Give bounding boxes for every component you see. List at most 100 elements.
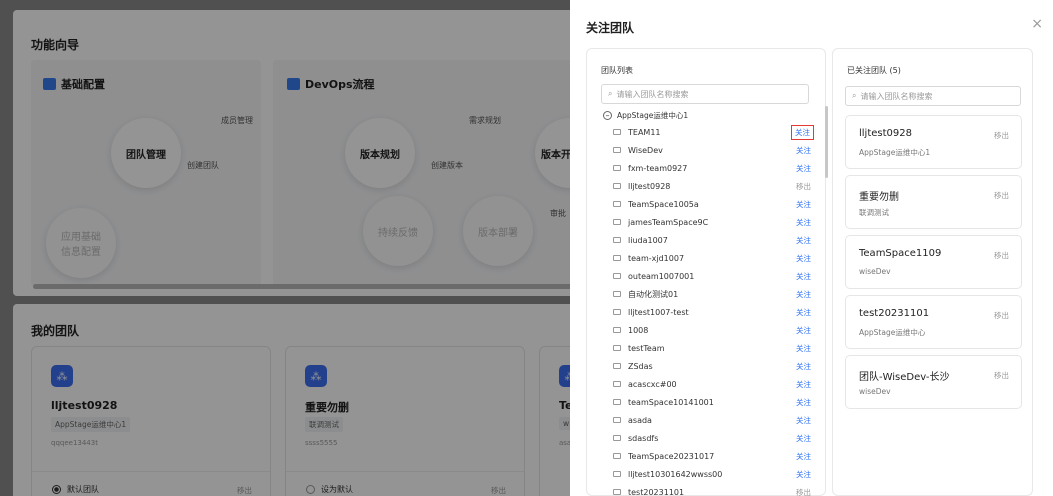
close-icon[interactable]: × xyxy=(1031,16,1043,32)
team-list-item-name: ZSdas xyxy=(628,361,653,371)
folder-icon xyxy=(613,309,621,315)
folder-icon xyxy=(613,129,621,135)
followed-title: 已关注团队 (5) xyxy=(847,66,901,75)
unfollow-link[interactable]: 移出 xyxy=(796,181,811,192)
team-list-item: lljtest1007-test 关注 xyxy=(613,303,811,321)
folder-icon xyxy=(613,273,621,279)
follow-link[interactable]: 关注 xyxy=(791,124,814,140)
follow-link[interactable]: 关注 xyxy=(796,271,811,282)
team-list-item-name: lljtest0928 xyxy=(628,181,671,191)
follow-link[interactable]: 关注 xyxy=(796,307,811,318)
team-list-item-name: lljtest1007-test xyxy=(628,307,689,317)
follow-link[interactable]: 关注 xyxy=(796,199,811,210)
team-list-search-input[interactable]: ⌕ 请输入团队名称搜索 xyxy=(601,84,809,104)
followed-team-org: 联调测试 xyxy=(859,208,889,217)
team-list-item: lljtest10301642wwss00 关注 xyxy=(613,465,811,483)
folder-icon xyxy=(613,237,621,243)
folder-icon xyxy=(613,381,621,387)
team-list-item: fxm-team0927 关注 xyxy=(613,159,811,177)
team-list-item: 1008 关注 xyxy=(613,321,811,339)
folder-icon xyxy=(613,201,621,207)
folder-icon xyxy=(613,489,621,495)
team-list-item: sdasdfs 关注 xyxy=(613,429,811,447)
vertical-scrollbar[interactable] xyxy=(825,106,828,178)
follow-link[interactable]: 关注 xyxy=(796,343,811,354)
team-list-item-name: acascxc#00 xyxy=(628,379,677,389)
unfollow-button[interactable]: 移出 xyxy=(994,130,1009,141)
folder-icon xyxy=(613,183,621,189)
followed-team-org: AppStage运维中心 xyxy=(859,328,926,337)
follow-link[interactable]: 关注 xyxy=(796,163,811,174)
unfollow-button[interactable]: 移出 xyxy=(994,250,1009,261)
unfollow-button[interactable]: 移出 xyxy=(994,190,1009,201)
followed-team-name: TeamSpace1109 xyxy=(859,248,942,259)
folder-icon xyxy=(613,399,621,405)
team-list-title: 团队列表 xyxy=(601,66,633,75)
unfollow-link[interactable]: 移出 xyxy=(796,487,811,496)
follow-link[interactable]: 关注 xyxy=(796,361,811,372)
unfollow-button[interactable]: 移出 xyxy=(994,310,1009,321)
follow-link[interactable]: 关注 xyxy=(796,433,811,444)
follow-link[interactable]: 关注 xyxy=(796,451,811,462)
drawer-title: 关注团队 xyxy=(586,21,635,35)
team-list-item: TeamSpace20231017 关注 xyxy=(613,447,811,465)
team-list-item: TEAM11 关注 xyxy=(613,123,814,141)
followed-team-card[interactable]: lljtest0928 AppStage运维中心1 移出 xyxy=(845,115,1022,169)
team-list-item-name: test20231101 xyxy=(628,487,685,496)
team-list-item-name: jamesTeamSpace9C xyxy=(628,217,709,227)
collapse-icon[interactable]: – xyxy=(603,111,612,120)
folder-icon xyxy=(613,219,621,225)
follow-link[interactable]: 关注 xyxy=(796,235,811,246)
team-list-item: teamSpace10141001 关注 xyxy=(613,393,811,411)
team-list-item: test20231101 移出 xyxy=(613,483,811,496)
follow-link[interactable]: 关注 xyxy=(796,253,811,264)
followed-team-card[interactable]: 团队-WiseDev-长沙 wiseDev 移出 xyxy=(845,355,1022,409)
team-list-item: team-xjd1007 关注 xyxy=(613,249,811,267)
follow-link[interactable]: 关注 xyxy=(796,379,811,390)
followed-team-card[interactable]: test20231101 AppStage运维中心 移出 xyxy=(845,295,1022,349)
team-list-item: lljtest0928 移出 xyxy=(613,177,811,195)
team-list-item-name: team-xjd1007 xyxy=(628,253,685,263)
team-list-item-name: sdasdfs xyxy=(628,433,659,443)
team-list-item-name: testTeam xyxy=(628,343,665,353)
followed-team-card[interactable]: 重要勿删联调测试 移出 xyxy=(845,175,1022,229)
followed-team-name: 重要勿删 xyxy=(859,192,899,203)
team-list-item-name: 1008 xyxy=(628,325,649,335)
followed-box: 已关注团队 (5) ⌕ 请输入团队名称搜索 lljtest0928 AppStag… xyxy=(832,48,1033,496)
team-list-item-name: asada xyxy=(628,415,652,425)
followed-search-input[interactable]: ⌕ 请输入团队名称搜索 xyxy=(845,86,1021,106)
follow-link[interactable]: 关注 xyxy=(796,217,811,228)
follow-link[interactable]: 关注 xyxy=(796,397,811,408)
folder-icon xyxy=(613,363,621,369)
folder-icon xyxy=(613,255,621,261)
followed-team-org: wiseDev xyxy=(859,387,891,396)
tree-root-node[interactable]: – AppStage运维中心1 xyxy=(603,110,688,121)
team-list-item-name: 自动化测试01 xyxy=(628,289,679,299)
team-list-item-name: teamSpace10141001 xyxy=(628,397,714,407)
folder-icon xyxy=(613,453,621,459)
followed-team-name: lljtest0928 xyxy=(859,128,912,139)
folder-icon xyxy=(613,165,621,171)
team-list-item: testTeam 关注 xyxy=(613,339,811,357)
team-list-item: jamesTeamSpace9C 关注 xyxy=(613,213,811,231)
team-list-item: TeamSpace1005a 关注 xyxy=(613,195,811,213)
search-icon: ⌕ xyxy=(608,89,613,98)
team-list-item: WiseDev 关注 xyxy=(613,141,811,159)
team-list-item-name: liuda1007 xyxy=(628,235,668,245)
folder-icon xyxy=(613,147,621,153)
follow-link[interactable]: 关注 xyxy=(796,289,811,300)
followed-team-name: test20231101 xyxy=(859,308,930,319)
unfollow-button[interactable]: 移出 xyxy=(994,370,1009,381)
follow-link[interactable]: 关注 xyxy=(796,415,811,426)
modal-overlay[interactable] xyxy=(0,0,570,496)
team-list-item-name: TeamSpace20231017 xyxy=(628,451,715,461)
follow-link[interactable]: 关注 xyxy=(796,325,811,336)
followed-team-card[interactable]: TeamSpace1109 wiseDev 移出 xyxy=(845,235,1022,289)
team-list-item: ZSdas 关注 xyxy=(613,357,811,375)
follow-link[interactable]: 关注 xyxy=(796,469,811,480)
team-list-item: acascxc#00 关注 xyxy=(613,375,811,393)
team-list-box: 团队列表 ⌕ 请输入团队名称搜索 – AppStage运维中心1 TEAM11 关… xyxy=(586,48,828,496)
follow-link[interactable]: 关注 xyxy=(796,145,811,156)
folder-icon xyxy=(613,291,621,297)
team-list-item-name: WiseDev xyxy=(628,145,663,155)
